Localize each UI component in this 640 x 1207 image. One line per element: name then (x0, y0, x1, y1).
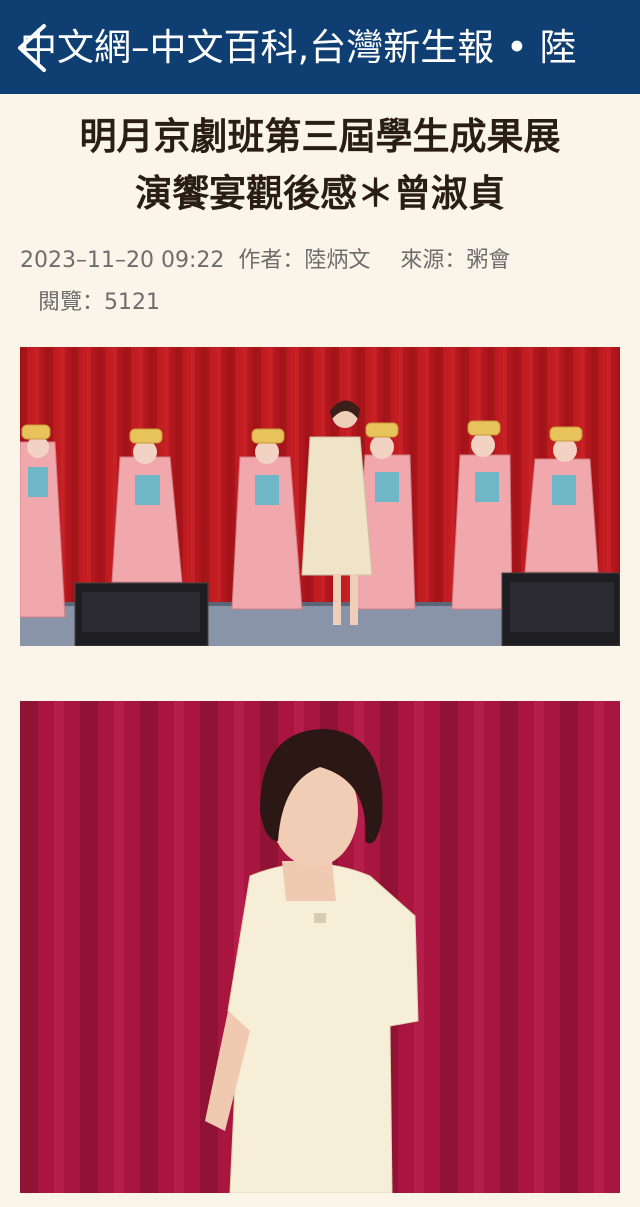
article-title-line1: 明月京劇班第三屆學生成果展 (79, 115, 561, 158)
top-bar: 中文網–中文百科,台灣新生報 • 陸 (0, 0, 640, 94)
back-button[interactable] (10, 22, 54, 74)
source-label: 來源： (400, 248, 467, 273)
article-title-line2: 演饗宴觀後感＊曾淑貞 (135, 172, 505, 215)
chevron-left-icon (18, 24, 46, 72)
site-title: 中文網–中文百科,台灣新生報 • 陸 (20, 26, 577, 69)
article-title: 明月京劇班第三屆學生成果展 演饗宴觀後感＊曾淑貞 (0, 108, 640, 222)
stage-photo[interactable] (20, 347, 620, 646)
publish-datetime: 2023–11–20 09:22 (20, 248, 225, 273)
author-name[interactable]: 陸炳文 (304, 248, 370, 273)
host-photo[interactable] (20, 701, 620, 1193)
article-meta: 2023–11–20 09:22 作者：陸炳文 來源：粥會 閱覽：5121 (20, 238, 620, 322)
source-name: 粥會 (466, 248, 511, 273)
author-label: 作者： (238, 248, 305, 273)
views-count: 5121 (104, 290, 161, 315)
views-label: 閱覽： (38, 290, 105, 315)
